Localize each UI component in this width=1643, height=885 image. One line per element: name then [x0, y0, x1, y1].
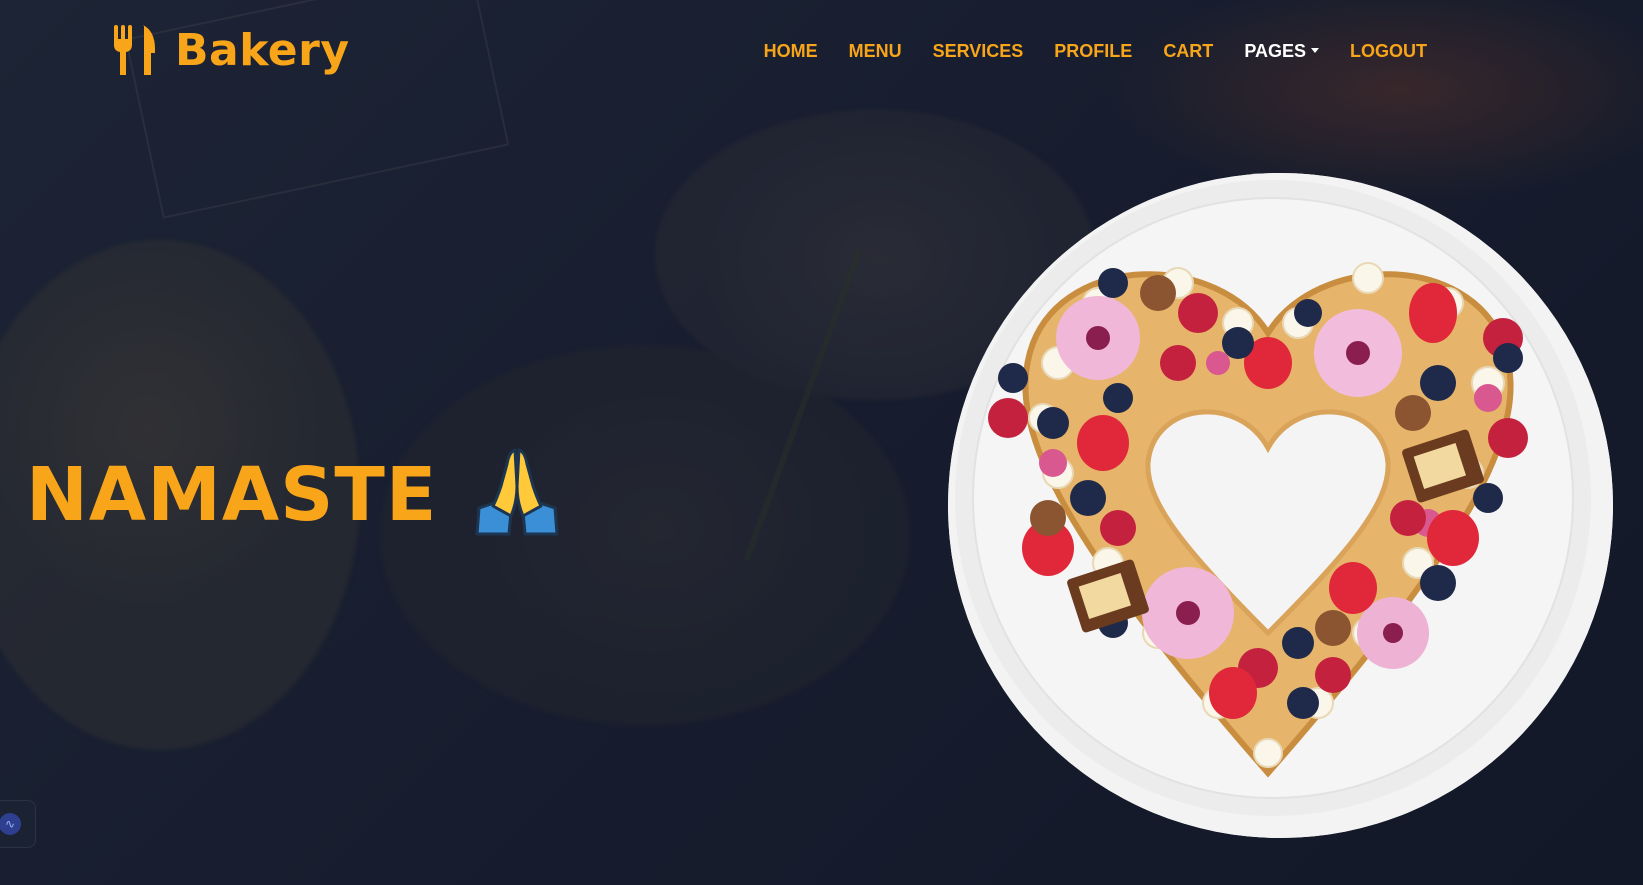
nav-menu: HOME MENU SERVICES PROFILE CART PAGES LO… — [764, 38, 1643, 64]
hero-section: Bakery HOME MENU SERVICES PROFILE CART P… — [0, 0, 1643, 885]
folded-hands-icon — [475, 448, 559, 536]
floating-widget[interactable]: ∿ — [0, 800, 36, 848]
navbar: Bakery HOME MENU SERVICES PROFILE CART P… — [0, 0, 1643, 100]
hero-heading: NAMASTE — [26, 452, 438, 538]
nav-logout[interactable]: LOGOUT — [1350, 38, 1427, 64]
hero-greeting: NAMASTE — [26, 448, 563, 538]
heart-cake-illustration — [948, 173, 1613, 838]
nav-home[interactable]: HOME — [764, 38, 818, 64]
nav-cart[interactable]: CART — [1163, 38, 1213, 64]
nav-services[interactable]: SERVICES — [933, 38, 1024, 64]
caret-down-icon — [1311, 47, 1319, 53]
nav-pages-label: PAGES — [1244, 41, 1306, 61]
nav-menu-link[interactable]: MENU — [849, 38, 902, 64]
nav-profile[interactable]: PROFILE — [1054, 38, 1132, 64]
heart-cake-image — [948, 173, 1613, 838]
brand-name: Bakery — [175, 24, 350, 76]
audio-wave-icon: ∿ — [0, 813, 21, 835]
nav-pages-dropdown[interactable]: PAGES — [1244, 38, 1319, 64]
fork-knife-icon — [114, 25, 155, 75]
brand-link[interactable]: Bakery — [113, 22, 350, 78]
